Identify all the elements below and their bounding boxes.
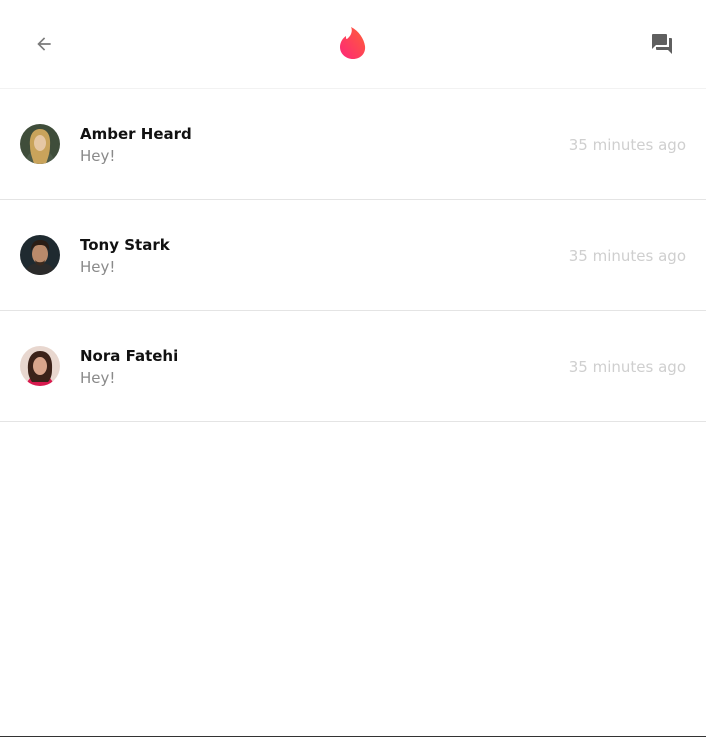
- last-message: Hey!: [80, 369, 116, 387]
- flame-icon: [340, 27, 366, 59]
- conversation-list: Amber Heard Hey! 35 minutes ago Tony Sta…: [0, 89, 706, 422]
- avatar: [20, 235, 60, 275]
- contact-name: Amber Heard: [80, 125, 192, 143]
- conversation-row[interactable]: Amber Heard Hey! 35 minutes ago: [0, 89, 706, 200]
- arrow-left-icon: [37, 37, 51, 51]
- avatar: [20, 346, 60, 386]
- avatar-photo: [20, 235, 60, 275]
- last-message: Hey!: [80, 147, 116, 165]
- message-time: 35 minutes ago: [568, 358, 686, 376]
- message-time: 35 minutes ago: [568, 247, 686, 265]
- app-header: [0, 0, 706, 89]
- contact-name: Nora Fatehi: [80, 347, 179, 365]
- chats-button[interactable]: [642, 24, 682, 64]
- forum-icon: [652, 34, 672, 54]
- chat-page: Amber Heard Hey! 35 minutes ago Tony Sta…: [0, 0, 706, 737]
- avatar: [20, 124, 60, 164]
- contact-name: Tony Stark: [80, 236, 170, 254]
- avatar-photo: [20, 346, 60, 386]
- avatar-photo: [20, 124, 60, 164]
- conversation-row[interactable]: Tony Stark Hey! 35 minutes ago: [0, 200, 706, 311]
- conversation-row[interactable]: Nora Fatehi Hey! 35 minutes ago: [0, 311, 706, 422]
- back-button[interactable]: [24, 24, 64, 64]
- message-time: 35 minutes ago: [568, 136, 686, 154]
- last-message: Hey!: [80, 258, 116, 276]
